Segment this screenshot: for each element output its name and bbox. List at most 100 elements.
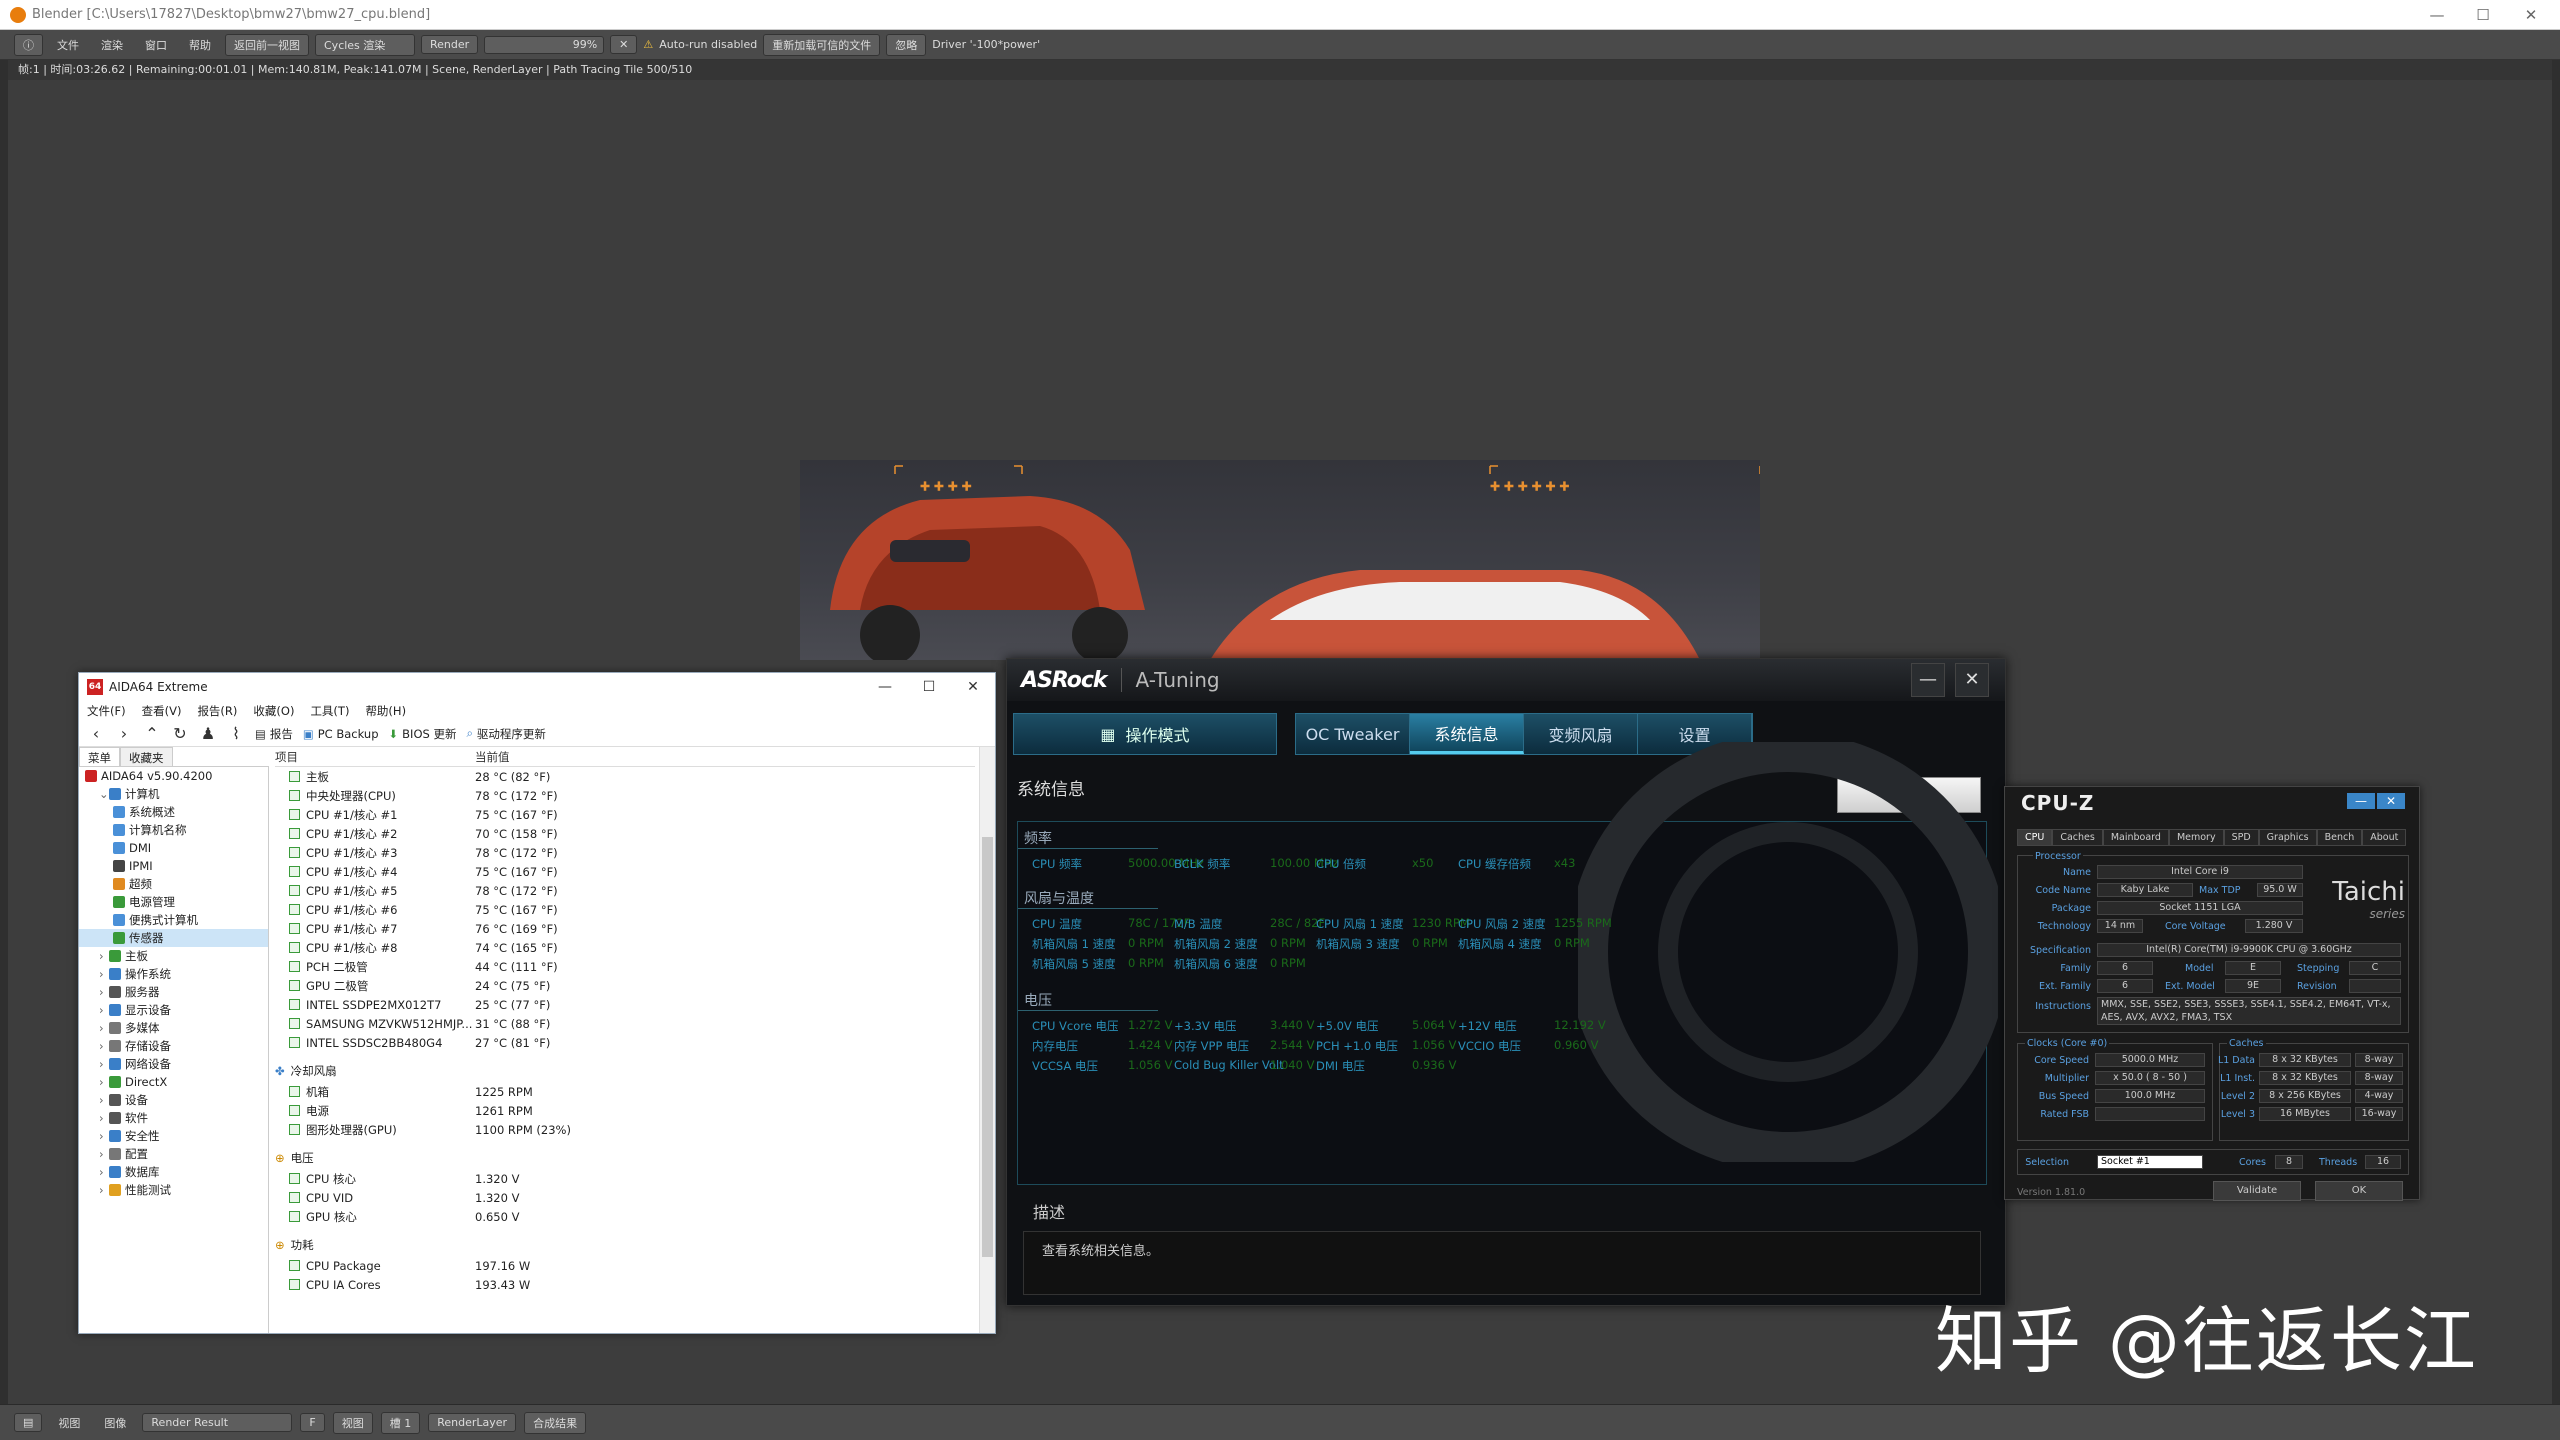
image-select[interactable]: Render Result: [142, 1413, 293, 1432]
tab-menu[interactable]: 菜单: [79, 747, 120, 766]
tree-item[interactable]: › 主板: [79, 947, 268, 965]
aida-close-button[interactable]: ✕: [951, 673, 995, 701]
user-icon[interactable]: ♟: [199, 724, 217, 743]
driver-update-button[interactable]: ⌕ 驱动程序更新: [466, 726, 545, 742]
minimize-button[interactable]: —: [2414, 0, 2460, 30]
socket-select[interactable]: Socket #1: [2097, 1155, 2203, 1169]
tree-item[interactable]: › 服务器: [79, 983, 268, 1001]
tree-item[interactable]: › 数据库: [79, 1163, 268, 1181]
footer-image[interactable]: 图像: [96, 1413, 134, 1433]
expand-icon[interactable]: ›: [99, 1109, 109, 1127]
editor-type-button[interactable]: ⓘ: [14, 33, 43, 56]
ignore-button[interactable]: 忽略: [886, 33, 927, 56]
expand-icon[interactable]: ›: [99, 1181, 109, 1199]
tree-item[interactable]: › 多媒体: [79, 1019, 268, 1037]
tab-favorites[interactable]: 收藏夹: [120, 747, 173, 766]
cancel-render-button[interactable]: ✕: [610, 35, 638, 54]
forward-icon[interactable]: ›: [115, 724, 133, 743]
menu-help[interactable]: 帮助: [181, 35, 219, 55]
refresh-icon[interactable]: ↻: [171, 724, 189, 743]
mode-button[interactable]: ▦ 操作模式: [1013, 713, 1277, 755]
expand-icon[interactable]: ›: [99, 1127, 109, 1145]
cpuz-tab[interactable]: About: [2362, 829, 2407, 846]
cpuz-tab[interactable]: CPU: [2017, 829, 2053, 846]
fake-user-button[interactable]: F: [300, 1413, 325, 1432]
tab-system-info[interactable]: 系统信息: [1410, 714, 1524, 754]
tree-item[interactable]: › 设备: [79, 1091, 268, 1109]
render-button[interactable]: Render: [421, 35, 479, 54]
footer-view-select[interactable]: 视图: [332, 1411, 373, 1434]
tree-item[interactable]: IPMI: [79, 857, 268, 875]
back-icon[interactable]: ‹: [87, 724, 105, 743]
tree-item[interactable]: 便携式计算机: [79, 911, 268, 929]
slot-select[interactable]: 槽 1: [380, 1411, 421, 1434]
chart-icon[interactable]: ⌇: [227, 724, 245, 743]
aida-menu-file[interactable]: 文件(F): [87, 703, 126, 719]
tree-item[interactable]: › 网络设备: [79, 1055, 268, 1073]
aida-maximize-button[interactable]: ☐: [907, 673, 951, 701]
aida-scrollbar[interactable]: [979, 747, 995, 1333]
expand-icon[interactable]: ›: [99, 1163, 109, 1181]
bios-update-button[interactable]: ⬇ BIOS 更新: [389, 726, 457, 742]
ok-button[interactable]: OK: [2315, 1181, 2403, 1201]
expand-icon[interactable]: ›: [99, 1001, 109, 1019]
atuning-minimize-button[interactable]: —: [1911, 663, 1945, 697]
tab-oc-tweaker[interactable]: OC Tweaker: [1296, 714, 1410, 754]
cpuz-tab[interactable]: Caches: [2052, 829, 2103, 846]
expand-icon[interactable]: ›: [99, 1037, 109, 1055]
maximize-button[interactable]: ☐: [2460, 0, 2506, 30]
tree-item[interactable]: › 配置: [79, 1145, 268, 1163]
pass-select[interactable]: 合成结果: [524, 1411, 587, 1434]
col-item[interactable]: 项目: [275, 747, 475, 766]
tree-item[interactable]: › 软件: [79, 1109, 268, 1127]
expand-icon[interactable]: ›: [99, 1091, 109, 1109]
reload-trusted-button[interactable]: 重新加载可信的文件: [763, 33, 881, 56]
tree-item[interactable]: AIDA64 v5.90.4200: [79, 767, 268, 785]
atuning-close-button[interactable]: ✕: [1955, 663, 1989, 697]
cpuz-close-button[interactable]: ✕: [2377, 793, 2405, 809]
cpuz-tab[interactable]: Bench: [2316, 829, 2363, 846]
cpuz-tab[interactable]: Memory: [2168, 829, 2224, 846]
engine-select[interactable]: Cycles 渲染: [315, 33, 415, 56]
tree-item[interactable]: 电源管理: [79, 893, 268, 911]
tree-item[interactable]: 计算机名称: [79, 821, 268, 839]
cpuz-tab[interactable]: Mainboard: [2102, 829, 2169, 846]
expand-icon[interactable]: ›: [99, 947, 109, 965]
aida-menu-view[interactable]: 查看(V): [142, 703, 182, 719]
tree-item[interactable]: › 安全性: [79, 1127, 268, 1145]
layer-select[interactable]: RenderLayer: [428, 1413, 517, 1432]
up-icon[interactable]: ⌃: [143, 724, 161, 743]
close-button[interactable]: ✕: [2508, 0, 2554, 30]
scrollbar-thumb[interactable]: [982, 837, 993, 1257]
back-view-button[interactable]: 返回前一视图: [225, 33, 309, 56]
validate-button[interactable]: Validate: [2213, 1181, 2301, 1201]
cpuz-tab[interactable]: SPD: [2223, 829, 2259, 846]
footer-editor-button[interactable]: ▤: [14, 1413, 43, 1432]
tree-item[interactable]: › DirectX: [79, 1073, 268, 1091]
report-button[interactable]: ▤ 报告: [255, 726, 293, 742]
tree-item[interactable]: › 存储设备: [79, 1037, 268, 1055]
tree-item[interactable]: 超频: [79, 875, 268, 893]
col-value[interactable]: 当前值: [475, 747, 675, 766]
pc-backup-button[interactable]: ▣ PC Backup: [303, 727, 379, 741]
tree-item[interactable]: › 性能测试: [79, 1181, 268, 1199]
expand-icon[interactable]: ›: [99, 1019, 109, 1037]
tree-item[interactable]: › 操作系统: [79, 965, 268, 983]
expand-icon[interactable]: ›: [99, 1055, 109, 1073]
cpuz-tab[interactable]: Graphics: [2258, 829, 2317, 846]
menu-render[interactable]: 渲染: [93, 35, 131, 55]
tree-item[interactable]: 系统概述: [79, 803, 268, 821]
aida-menu-tools[interactable]: 工具(T): [310, 703, 349, 719]
tree-item[interactable]: › 显示设备: [79, 1001, 268, 1019]
expand-icon[interactable]: ›: [99, 1145, 109, 1163]
expand-icon[interactable]: ⌄: [99, 785, 109, 803]
aida-menu-help[interactable]: 帮助(H): [365, 703, 406, 719]
footer-view[interactable]: 视图: [50, 1413, 88, 1433]
aida-menu-favorites[interactable]: 收藏(O): [253, 703, 294, 719]
expand-icon[interactable]: ›: [99, 983, 109, 1001]
cpuz-minimize-button[interactable]: —: [2347, 793, 2375, 809]
menu-window[interactable]: 窗口: [137, 35, 175, 55]
expand-icon[interactable]: ›: [99, 965, 109, 983]
tree-item[interactable]: ⌄ 计算机: [79, 785, 268, 803]
tree-item[interactable]: 传感器: [79, 929, 268, 947]
